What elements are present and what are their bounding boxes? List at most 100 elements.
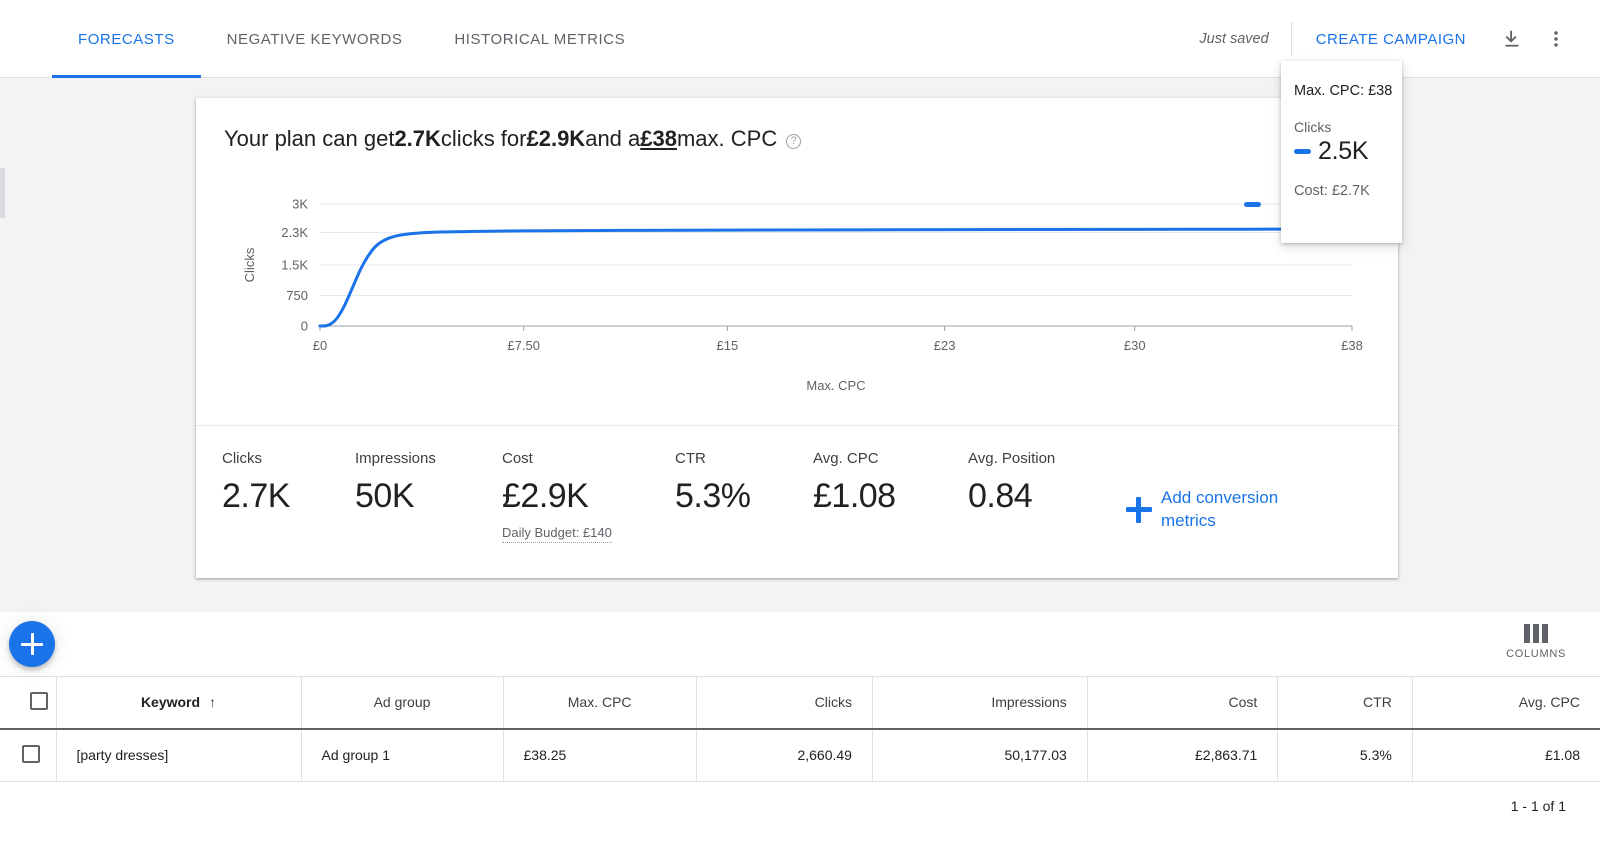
metric-ctr-label: CTR [675, 450, 706, 467]
svg-text:2.3K: 2.3K [281, 225, 308, 240]
header-ctr[interactable]: CTR [1277, 676, 1413, 729]
metric-avg-cpc: Avg. CPC £1.08 [813, 450, 968, 543]
svg-text:0: 0 [301, 319, 308, 334]
tab-negative-keywords[interactable]: NEGATIVE KEYWORDS [201, 0, 429, 78]
cell-ctr: 5.3% [1277, 727, 1413, 781]
metric-avg-cpc-label: Avg. CPC [813, 450, 879, 467]
tab-forecasts-label: FORECASTS [78, 30, 175, 48]
forecast-chart[interactable]: 0 750 1.5K 2.3K 3K £0 £7.50 £15 £23 £30 £38 Clicks M… [196, 194, 1398, 424]
more-vert-icon[interactable] [1534, 17, 1578, 61]
columns-button[interactable]: COLUMNS [1506, 624, 1566, 660]
header-avg-cpc[interactable]: Avg. CPC [1412, 676, 1600, 729]
tab-historical-metrics[interactable]: HISTORICAL METRICS [428, 0, 651, 78]
add-conversion-metrics-button[interactable]: Add conversion metrics [1126, 476, 1306, 543]
create-campaign-button[interactable]: CREATE CAMPAIGN [1292, 31, 1490, 48]
metric-clicks-label: Clicks [222, 450, 262, 467]
metric-ctr-value: 5.3% [675, 477, 751, 515]
help-icon[interactable]: ? [786, 133, 802, 149]
svg-text:3K: 3K [292, 197, 308, 212]
metric-impressions-value: 50K [355, 477, 415, 515]
tab-forecasts[interactable]: FORECASTS [52, 0, 201, 78]
metric-avg-cpc-value: £1.08 [813, 477, 896, 515]
svg-text:£7.50: £7.50 [507, 338, 540, 353]
headline-cpc-value[interactable]: £38 [640, 126, 677, 152]
select-all-checkbox[interactable] [29, 691, 48, 710]
headline-prefix: Your plan can get [224, 126, 395, 151]
tooltip-cost-label: Cost: £2.7K [1294, 183, 1370, 199]
header-keyword[interactable]: Keyword ↑ [56, 676, 302, 729]
svg-text:£30: £30 [1124, 338, 1146, 353]
table-head: Keyword ↑ Ad group Max. CPC Clicks Impres… [0, 676, 1600, 729]
cell-avg-cpc: £1.08 [1412, 727, 1600, 781]
metric-avg-position-label: Avg. Position [968, 450, 1056, 467]
cell-cost: £2,863.71 [1087, 727, 1279, 781]
headline-cost-value: £2.9K [526, 126, 586, 151]
header-keyword-label: Keyword [140, 694, 201, 711]
svg-text:Max. CPC: Max. CPC [806, 378, 865, 393]
table-bottom-divider [0, 781, 1600, 782]
tooltip-title: Max. CPC: £38 [1294, 83, 1393, 99]
tooltip-series-dash-icon [1294, 149, 1311, 154]
keywords-table-section: COLUMNS Keyword ↑ Ad group Max. CPC Click… [0, 612, 1600, 847]
metric-impressions: Impressions 50K [355, 450, 502, 543]
metric-cost-label: Cost [502, 450, 533, 467]
row-checkbox[interactable] [22, 744, 40, 763]
svg-text:£0: £0 [313, 338, 327, 353]
forecast-card: Your plan can get 2.7K clicks for £2.9K … [196, 98, 1398, 578]
tab-bar: FORECASTS NEGATIVE KEYWORDS HISTORICAL M… [52, 0, 651, 78]
sort-ascending-icon: ↑ [209, 694, 217, 711]
metric-cost: Cost £2.9K Daily Budget: £140 [502, 450, 675, 543]
plus-icon [1126, 496, 1152, 523]
tooltip-series-label: Clicks [1294, 119, 1332, 135]
daily-budget-note[interactable]: Daily Budget: £140 [502, 525, 612, 543]
tooltip-series-value: 2.5K [1318, 137, 1369, 165]
metric-clicks-value: 2.7K [222, 477, 290, 515]
cell-keyword: [party dresses] [56, 727, 302, 781]
cell-impressions: 50,177.03 [872, 727, 1088, 781]
header-impressions[interactable]: Impressions [872, 676, 1088, 729]
header-cost[interactable]: Cost [1087, 676, 1279, 729]
svg-text:£38: £38 [1341, 338, 1363, 353]
keywords-table: Keyword ↑ Ad group Max. CPC Clicks Impres… [0, 676, 1600, 781]
metrics-row: Clicks 2.7K Impressions 50K Cost £2.9K D… [196, 426, 1398, 543]
chart-legend-dash [1244, 202, 1261, 207]
download-icon[interactable] [1490, 17, 1534, 61]
cell-clicks: 2,660.49 [696, 727, 873, 781]
row-select-cell [0, 727, 57, 781]
metric-ctr: CTR 5.3% [675, 450, 813, 543]
headline-suffix: max. CPC [676, 126, 778, 151]
columns-icon [1524, 624, 1549, 643]
keyword-planner-forecast-page: FORECASTS NEGATIVE KEYWORDS HISTORICAL M… [0, 0, 1600, 847]
chart-tooltip: Max. CPC: £38 Clicks 2.5K Cost: £2.7K [1281, 61, 1402, 243]
forecast-headline: Your plan can get 2.7K clicks for £2.9K … [196, 98, 1398, 152]
metric-avg-position-value: 0.84 [968, 477, 1033, 515]
select-all-header [0, 676, 57, 729]
tab-historical-metrics-label: HISTORICAL METRICS [454, 30, 626, 48]
tab-negative-keywords-label: NEGATIVE KEYWORDS [226, 30, 403, 48]
tooltip-series-row: 2.5K [1281, 137, 1402, 166]
add-conversion-metrics-label: Add conversion metrics [1161, 488, 1279, 530]
table-body: [party dresses] Ad group 1 £38.25 2,660.… [0, 727, 1600, 781]
save-status: Just saved [1199, 31, 1269, 47]
svg-text:£15: £15 [717, 338, 739, 353]
table-header-row: Keyword ↑ Ad group Max. CPC Clicks Impres… [0, 676, 1600, 729]
metric-impressions-label: Impressions [355, 450, 436, 467]
cell-max-cpc[interactable]: £38.25 [503, 727, 697, 781]
svg-text:£23: £23 [934, 338, 956, 353]
pagination-label: 1 - 1 of 1 [1510, 798, 1566, 814]
metric-avg-position: Avg. Position 0.84 [968, 450, 1108, 543]
svg-text:750: 750 [286, 288, 308, 303]
metric-clicks: Clicks 2.7K [222, 450, 355, 543]
headline-mid: clicks for [440, 126, 527, 151]
table-row[interactable]: [party dresses] Ad group 1 £38.25 2,660.… [0, 727, 1600, 781]
header-max-cpc[interactable]: Max. CPC [503, 676, 697, 729]
page-scrollbar-thumb[interactable] [0, 168, 5, 218]
metric-cost-value: £2.9K [502, 477, 589, 515]
svg-text:Clicks: Clicks [242, 247, 257, 282]
headline-clicks-value: 2.7K [394, 126, 441, 151]
headline-mid2: and a [585, 126, 641, 151]
header-clicks[interactable]: Clicks [696, 676, 873, 729]
cell-ad-group: Ad group 1 [301, 727, 504, 781]
header-ad-group[interactable]: Ad group [301, 676, 504, 729]
add-keyword-fab[interactable] [9, 621, 55, 667]
